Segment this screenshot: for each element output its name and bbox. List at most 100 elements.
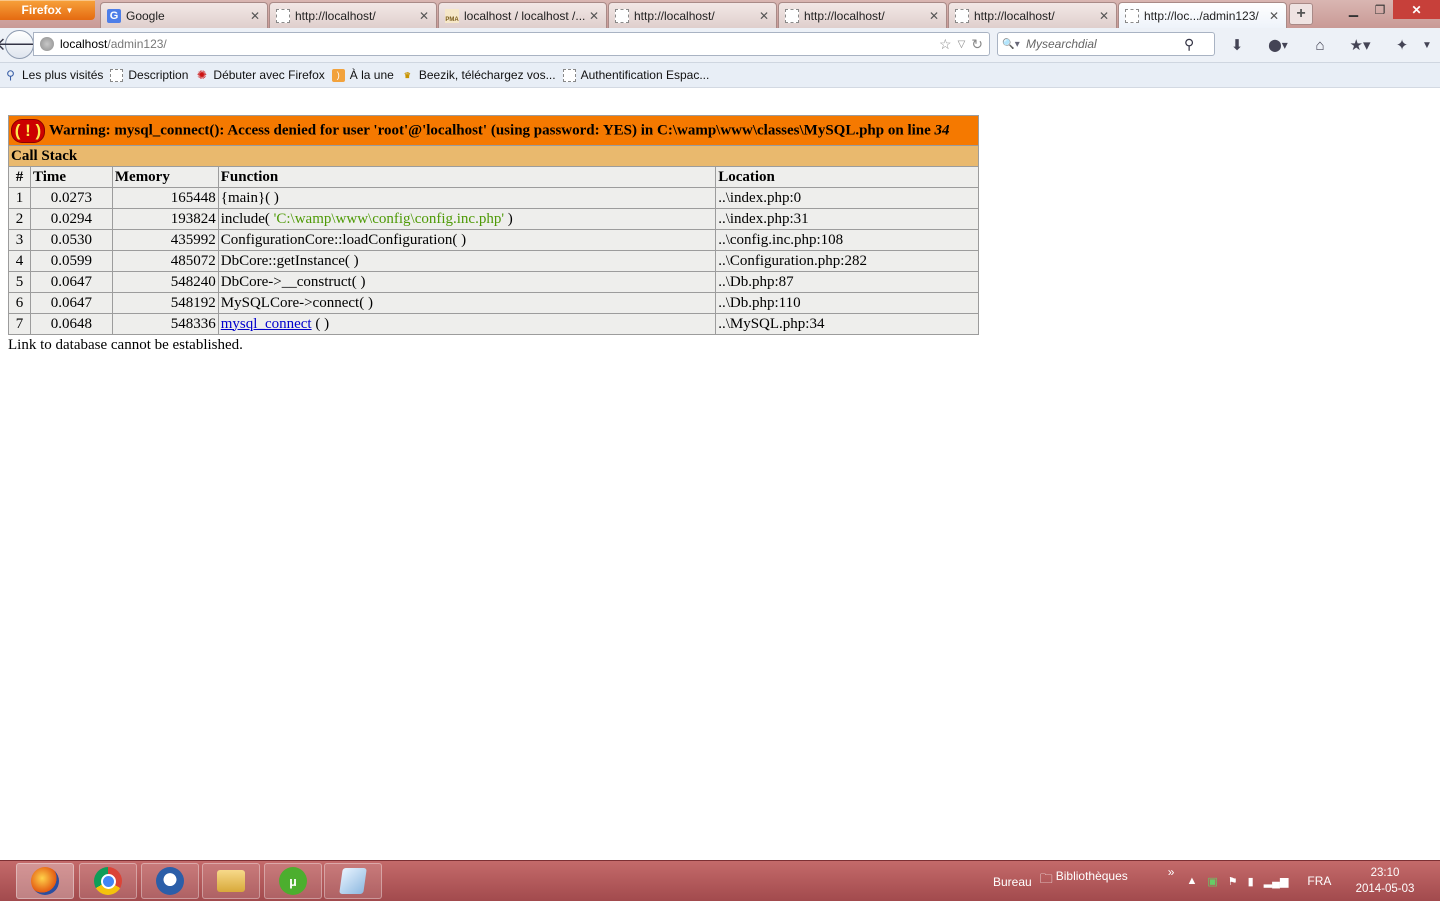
phpmyadmin-icon: PMA [445,8,459,23]
search-bar: 🔍▾ ⚲ [997,32,1215,56]
adblock-icon[interactable]: ⬤▾ [1262,34,1294,56]
bookmark-item[interactable]: ) À la une [331,68,394,82]
url-host: localhost [60,37,108,51]
bookmark-item[interactable]: Authentification Espac... [562,68,709,82]
search-input[interactable] [1024,36,1178,52]
taskbar-file-explorer[interactable] [202,863,260,899]
back-button[interactable]: 🡐 [0,30,44,59]
addon-icon[interactable]: ✦ [1390,34,1414,56]
bookmark-item[interactable]: Description [110,68,188,82]
url-path: /admin123/ [107,37,167,51]
row-time: 0.0647 [29,271,113,293]
function-name: include( [220,210,274,227]
system-clock[interactable]: 23:10 2014-05-03 [1352,865,1418,897]
downloads-icon[interactable]: ⬇ [1225,34,1249,56]
tab-title: Google [126,8,165,23]
green-app-icon[interactable]: ▣ [1207,875,1217,888]
url-bar[interactable]: localhost/admin123/ ☆ ▽ ↻ [33,32,990,56]
tab-phpmyadmin[interactable]: PMA localhost / localhost /... ✕ [438,2,607,28]
bookmark-star-icon[interactable]: ☆ [939,36,952,53]
tab-admin123[interactable]: http://loc.../admin123/ ✕ [1118,2,1287,28]
firefox-menu-button[interactable]: Firefox ▼ [0,0,95,20]
row-location: ..\Db.php:87 [715,271,979,293]
clock-date: 2014-05-03 [1355,883,1415,895]
window-close-icon[interactable]: ✕ [1393,0,1440,19]
minimize-icon[interactable]: ▁ [1340,0,1367,19]
search-engine-icon[interactable]: 🔍▾ [998,39,1024,50]
reload-icon[interactable]: ↻ [971,36,983,53]
taskbar-notepad[interactable] [324,863,382,899]
warning-message: ( ! ) Warning: mysql_connect(): Access de… [8,115,979,146]
tab-title: http://localhost/ [974,8,1055,23]
folder-icon: 🗀 [1039,871,1053,886]
page-content: ( ! ) Warning: mysql_connect(): Access de… [8,115,979,354]
new-tab-button[interactable]: + [1289,3,1313,25]
url-text[interactable]: localhost/admin123/ [60,37,939,51]
close-icon[interactable]: ✕ [588,9,600,23]
row-time: 0.0273 [29,187,113,209]
bookmark-label: Beezik, téléchargez vos... [418,68,556,82]
warning-row: ( ! ) Warning: mysql_connect(): Access de… [8,115,979,146]
bookmark-label: Débuter avec Firefox [213,68,325,82]
tab-localhost-4[interactable]: http://localhost/ ✕ [948,2,1117,28]
tab-localhost-2[interactable]: http://localhost/ ✕ [608,2,777,28]
show-hidden-icons-icon[interactable]: ▲ [1186,875,1197,887]
row-index: 7 [8,313,31,335]
row-index: 6 [8,292,31,314]
zik-icon: ♛ [403,70,411,80]
tab-localhost-3[interactable]: http://localhost/ ✕ [778,2,947,28]
row-index: 2 [8,208,31,230]
row-time: 0.0599 [29,250,113,272]
blank-page-icon [1125,8,1139,23]
row-memory: 165448 [111,187,219,209]
network-signal-icon[interactable]: ▂▄▆ [1264,875,1289,888]
bookmarks-menu-icon[interactable]: ★▾ [1344,34,1376,56]
row-time: 0.0294 [29,208,113,230]
taskbar-utorrent[interactable]: µ [264,863,322,899]
language-indicator[interactable]: FRA [1307,874,1331,888]
history-dropdown-icon[interactable]: ▽ [958,39,966,50]
close-icon[interactable]: ✕ [1268,9,1280,23]
row-location: ..\index.php:0 [715,187,979,209]
close-icon[interactable]: ✕ [418,9,430,23]
desktop-toolbar[interactable]: Bureau [993,875,1032,889]
blank-page-icon [276,8,290,23]
battery-icon[interactable]: ▮ [1248,875,1254,888]
tab-title: localhost / localhost /... [464,8,586,23]
close-icon[interactable]: ✕ [1098,9,1110,23]
close-icon[interactable]: ✕ [758,9,770,23]
close-icon[interactable]: ✕ [249,9,261,23]
bookmarks-toolbar: ⚲ Les plus visités Description ✺ Débuter… [0,63,1440,88]
function-close: ( ) [311,315,330,332]
warning-line: 34 [934,121,950,138]
search-icon[interactable]: ⚲ [1184,36,1194,53]
taskbar-thunderbird[interactable] [141,863,199,899]
toolbar-overflow-icon[interactable]: » [1168,865,1175,879]
action-center-icon[interactable]: ⚑ [1228,875,1238,888]
bookmark-item[interactable]: ♛ Beezik, téléchargez vos... [401,68,556,82]
row-memory: 548336 [111,313,219,335]
libraries-toolbar[interactable]: Bibliothèques [1056,869,1128,883]
home-icon[interactable]: ⌂ [1308,34,1332,56]
chrome-icon [94,867,122,895]
taskbar-chrome[interactable] [79,863,137,899]
navigation-toolbar: 🡐 localhost/admin123/ ☆ ▽ ↻ 🔍▾ ⚲ ⬇ ⬤▾ ⌂ … [0,28,1440,63]
table-row: 6 0.0647 548192 MySQLCore->connect( ) ..… [8,292,979,314]
tab-localhost-1[interactable]: http://localhost/ ✕ [269,2,437,28]
column-header: # [8,166,31,188]
overflow-chevron-icon[interactable]: ▼ [1420,34,1434,56]
taskbar-firefox[interactable] [16,863,74,899]
row-location: ..\config.inc.php:108 [715,229,979,251]
tab-title: http://loc.../admin123/ [1144,8,1259,23]
tab-google[interactable]: G Google ✕ [100,2,268,28]
tab-title: http://localhost/ [634,8,715,23]
bookmark-label: Description [128,68,189,82]
mysql-connect-doc-link[interactable]: mysql_connect [221,316,312,332]
firefox-icon [31,867,59,895]
bookmark-item[interactable]: ⚲ Les plus visités [4,68,103,82]
search-icon: ⚲ [6,68,15,82]
blank-page-icon [955,8,969,23]
restore-icon[interactable]: ❐ [1367,0,1393,19]
bookmark-item[interactable]: ✺ Débuter avec Firefox [195,68,325,82]
close-icon[interactable]: ✕ [928,9,940,23]
